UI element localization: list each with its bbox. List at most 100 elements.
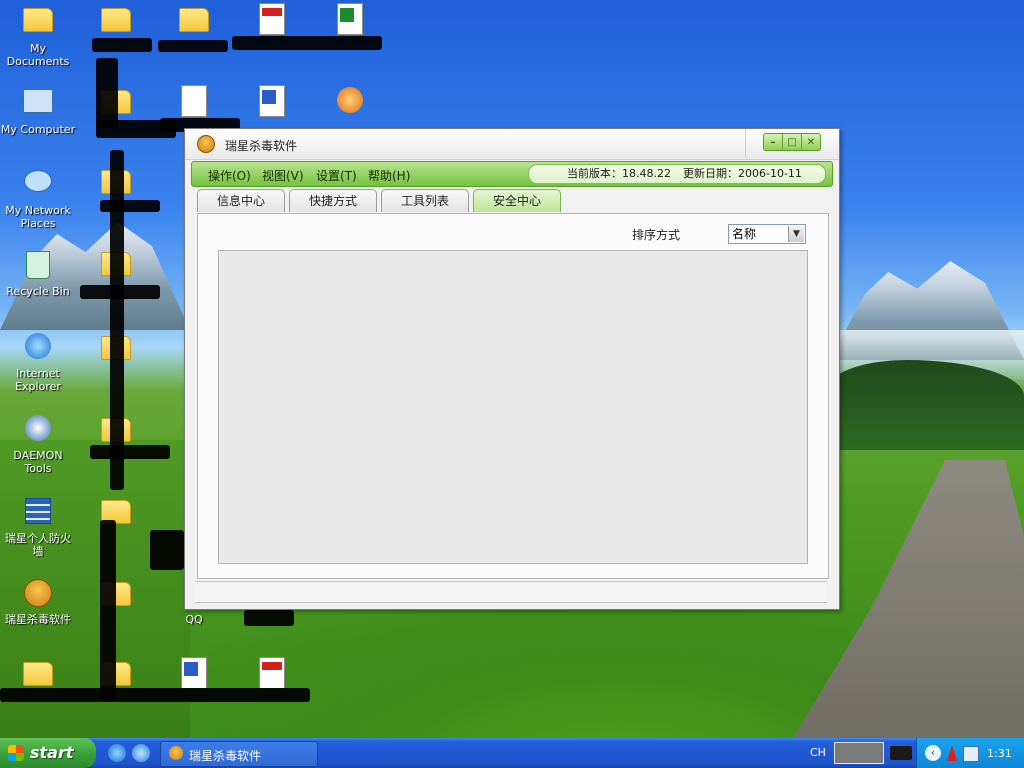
input-method-indicator[interactable]: CH [810,746,826,759]
redaction-scribble [80,285,160,299]
excel-icon [334,3,366,35]
redaction-scribble [0,688,310,702]
chevron-left-icon[interactable]: ‹ [925,745,941,761]
word-document-icon [256,85,288,117]
rising-lion-icon [197,135,215,153]
firewall-tray-icon[interactable] [963,746,979,762]
desktop-icon-label: My Computer [0,123,76,136]
taskbar: start 瑞星杀毒软件 CH ‹ 1:31 [0,738,1024,768]
tab-shortcuts[interactable]: 快捷方式 [289,189,377,212]
pdf-icon [256,3,288,35]
tab-tool-list[interactable]: 工具列表 [381,189,469,212]
desktop-icon-my-documents[interactable]: My Documents [0,2,76,68]
close-button[interactable]: ✕ [801,134,820,150]
desktop-icon-my-computer[interactable]: My Computer [0,84,76,136]
desktop-icon-rising-antivirus[interactable]: 瑞星杀毒软件 [0,576,76,626]
desktop-icon-pdf[interactable] [234,2,310,37]
maximize-button[interactable]: □ [782,134,801,150]
folder-icon [100,8,132,40]
desktop-icon-daemon-tools[interactable]: DAEMON Tools [0,412,76,475]
redaction-scribble [110,150,124,490]
desktop-icon-media-player[interactable] [312,84,388,121]
music-player-icon [334,87,366,119]
desktop-icon-label: Internet Explorer [15,367,61,393]
sort-dropdown[interactable]: 名称 ▼ [728,224,806,244]
power-plug-icon[interactable] [890,746,912,760]
word-document-icon [178,657,210,689]
desktop-icon-word-doc[interactable] [234,84,310,119]
redaction-scribble [100,520,116,700]
tab-security-center[interactable]: 安全中心 [473,189,561,212]
taskbar-item-rising-antivirus[interactable]: 瑞星杀毒软件 [160,741,318,767]
windows-logo-icon [8,745,24,761]
browser-icon[interactable] [132,744,150,762]
redaction-scribble [158,40,228,52]
sort-value: 名称 [732,227,757,241]
desktop-icon-recycle-bin[interactable]: Recycle Bin [0,248,76,298]
version-info: 当前版本：18.48.22 更新日期：2006-10-11 [528,164,826,184]
tab-info-center[interactable]: 信息中心 [197,189,285,212]
desktop-icon-label: My Documents [6,42,70,68]
redaction-scribble [96,58,118,128]
tab-panel: 排序方式 名称 ▼ [197,213,829,579]
desktop-icon-label: DAEMON Tools [13,449,63,475]
title-separator [745,129,746,157]
minimize-button[interactable]: – [764,134,782,150]
taskbar-item-label: 瑞星杀毒软件 [189,749,262,763]
desktop-icon-pdf[interactable] [234,656,310,691]
daemon-tools-icon [22,415,54,447]
rising-lion-icon [169,746,183,760]
menu-bar: 操作(O) 视图(V) 设置(T) 帮助(H) 当前版本：18.48.22 更新… [191,161,833,187]
desktop-icon-folder[interactable] [156,2,232,42]
menu-view[interactable]: 视图(V) [262,167,304,184]
window-controls: – □ ✕ [763,133,821,151]
desktop-icon-rising-firewall[interactable]: 瑞星个人防火墙 [0,494,76,558]
title-bar[interactable]: 瑞星杀毒软件 – □ ✕ [185,129,839,160]
redaction-scribble [244,610,294,626]
desktop-icon-label: Recycle Bin [6,285,70,298]
sort-label: 排序方式 [632,228,681,242]
update-date: 更新日期：2006-10-11 [683,167,802,180]
antivirus-tray-icon[interactable] [947,745,957,761]
folder-icon [178,8,210,40]
start-label: start [30,743,74,762]
desktop-icon-excel[interactable] [312,2,388,37]
desktop-icon-folder[interactable] [78,2,154,42]
menu-help[interactable]: 帮助(H) [368,167,410,184]
redaction-scribble [90,445,170,459]
desktop-icon-my-network-places[interactable]: My Network Places [0,164,76,230]
system-tray: ‹ 1:31 [916,738,1024,768]
internet-explorer-icon[interactable] [108,744,126,762]
chevron-down-icon[interactable]: ▼ [788,226,804,242]
document-icon [178,85,210,117]
desktop-icon-folder[interactable] [78,494,154,534]
start-button[interactable]: start [0,738,96,768]
desktop-icon-label: QQ [185,613,203,626]
item-list[interactable] [218,250,808,564]
rising-antivirus-window: 瑞星杀毒软件 – □ ✕ 操作(O) 视图(V) 设置(T) 帮助(H) 当前版… [184,128,840,610]
menu-settings[interactable]: 设置(T) [316,167,357,184]
clock[interactable]: 1:31 [987,747,1012,760]
tray-toolbar-box[interactable] [834,742,884,764]
network-icon [22,170,54,202]
desktop-icon-internet-explorer[interactable]: Internet Explorer [0,330,76,393]
menu-operate[interactable]: 操作(O) [208,167,251,184]
computer-icon [22,89,54,121]
desktop-icon-label: My Network Places [5,204,71,230]
desktop-icon-document[interactable] [156,84,232,119]
window-title: 瑞星杀毒软件 [225,139,298,153]
internet-explorer-icon [22,333,54,365]
desktop-icon-word-doc[interactable] [156,656,232,691]
tab-strip: 信息中心 快捷方式 工具列表 安全中心 [195,189,835,213]
my-documents-icon [22,8,54,40]
firewall-icon [22,498,54,530]
current-version: 当前版本：18.48.22 [567,167,671,180]
redaction-scribble [100,200,160,212]
recycle-bin-icon [22,251,54,283]
redaction-scribble [232,36,382,50]
pdf-icon [256,657,288,689]
desktop-icon-folder[interactable] [78,576,154,616]
redaction-scribble [92,38,152,52]
desktop-icon-label: 瑞星个人防火墙 [5,532,71,558]
desktop-icon-label: 瑞星杀毒软件 [5,613,71,626]
